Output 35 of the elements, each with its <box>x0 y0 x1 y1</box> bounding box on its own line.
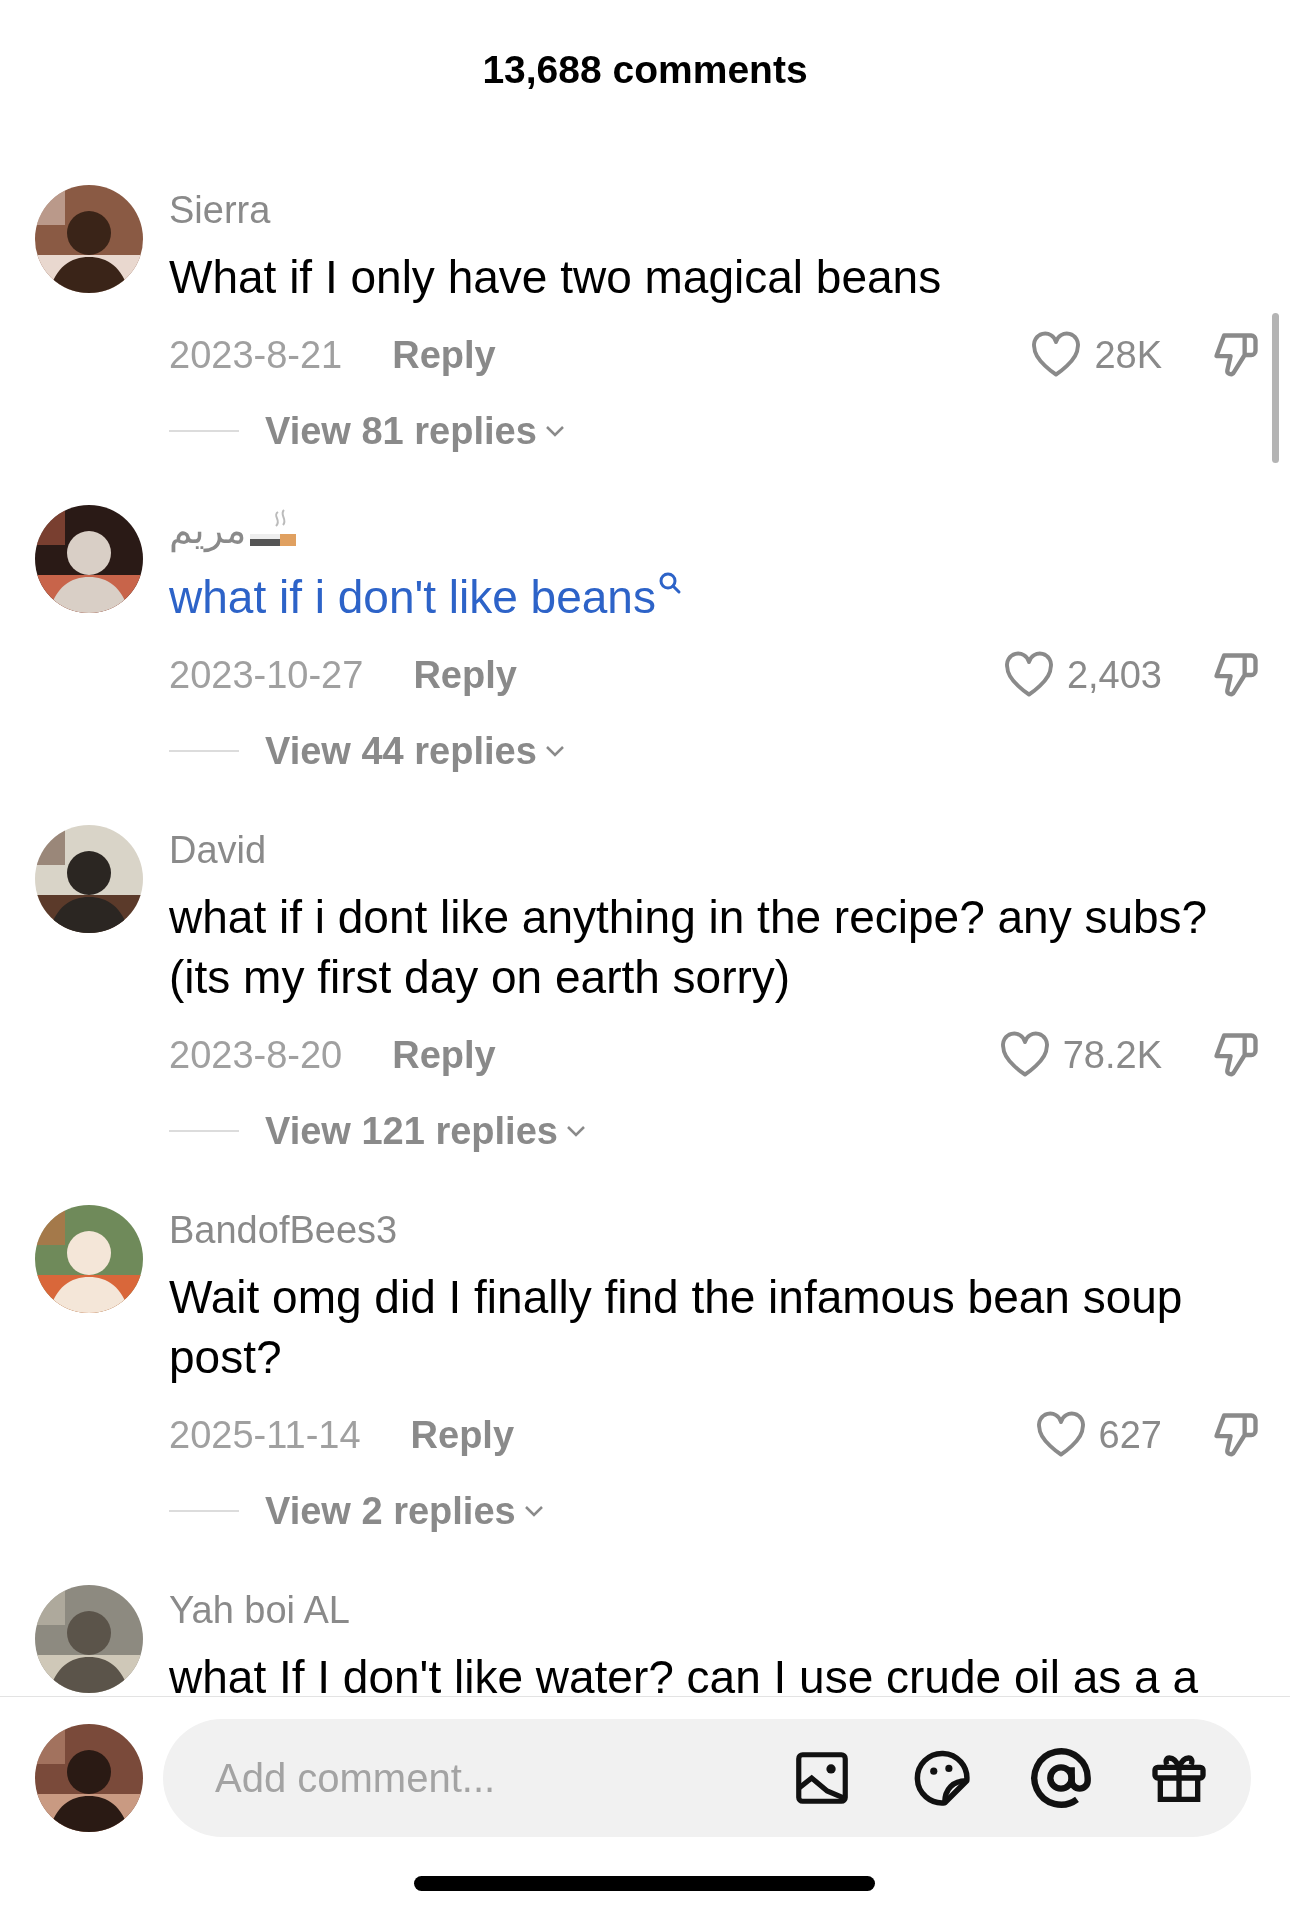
comment-date: 2025-11-14 <box>169 1412 361 1458</box>
reply-button[interactable]: Reply <box>413 646 517 704</box>
comment-input-field[interactable]: Add comment... <box>163 1719 1251 1837</box>
heart-icon[interactable] <box>998 1031 1051 1079</box>
view-replies-button[interactable]: View 2 replies <box>265 1482 546 1540</box>
comment-text[interactable]: what if i don't like beans <box>169 567 656 627</box>
comment-input-field[interactable]: Add comment... <box>215 1748 751 1808</box>
like-count: 2,403 <box>1066 652 1162 698</box>
username[interactable]: مريم <box>169 501 246 559</box>
reply-button[interactable]: Reply <box>392 326 496 384</box>
view-replies-button[interactable]: View 121 replies <box>265 1102 588 1160</box>
reply-button[interactable]: Reply <box>410 1406 515 1464</box>
comments-count-title: 13,688 comments <box>482 46 808 93</box>
view-replies-button[interactable]: View 44 replies <box>265 722 567 780</box>
heart-icon[interactable] <box>1002 651 1055 699</box>
comment-text: Wait omg did I finally find the infamous bean soup post? <box>169 1270 1184 1385</box>
username[interactable]: David <box>169 821 267 879</box>
heart-icon[interactable] <box>1030 331 1083 379</box>
username[interactable]: Yah boi AL <box>169 1581 350 1639</box>
mention-icon[interactable] <box>1029 1746 1093 1810</box>
like-count: 627 <box>1098 1412 1162 1458</box>
comment-date: 2023-8-20 <box>169 1032 343 1078</box>
view-replies-button[interactable]: View 81 replies <box>265 402 567 460</box>
like-count: 78.2K <box>1062 1032 1162 1078</box>
username[interactable]: Sierra <box>169 181 271 239</box>
heart-icon[interactable] <box>1034 1411 1087 1459</box>
username[interactable]: BandofBees3 <box>169 1201 398 1259</box>
like-count: 28K <box>1094 332 1162 378</box>
comment-text: what If I don't like water? can I use crude oil as a a <box>169 1650 1198 1696</box>
comment-text: What if I only have two magical beans <box>169 250 942 305</box>
comment-text: what if i dont like anything in the recipe? any subs? (its my first day on earth sorry) <box>169 890 1209 1005</box>
comment-date: 2023-10-27 <box>169 652 364 698</box>
reply-button[interactable]: Reply <box>392 1026 496 1084</box>
comment-date: 2023-8-21 <box>169 332 343 378</box>
search-icon[interactable] <box>657 571 682 595</box>
